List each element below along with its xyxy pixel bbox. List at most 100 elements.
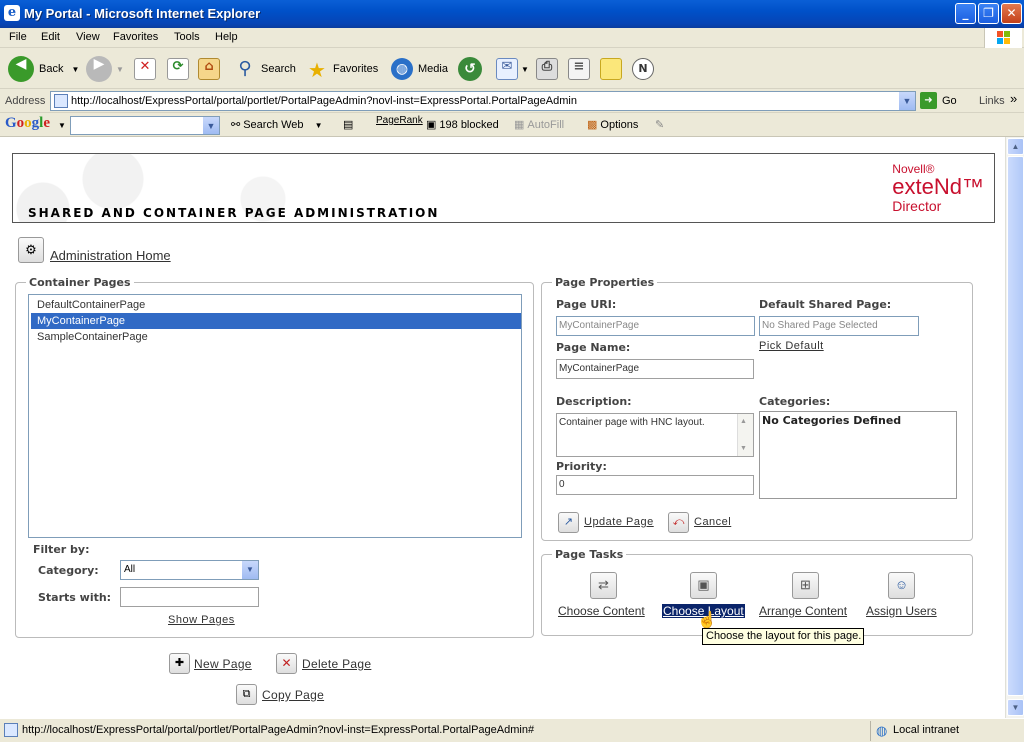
delete-page-link[interactable]: Delete Page — [302, 657, 371, 671]
autofill-button[interactable]: ▦ AutoFill — [514, 118, 564, 131]
pagerank-label[interactable]: PageRank — [376, 115, 423, 126]
scroll-up-icon[interactable]: ▲ — [740, 415, 747, 429]
stop-button[interactable]: ✕ — [134, 55, 156, 83]
forward-button[interactable]: ▶ ▼ — [86, 55, 124, 83]
google-search-input[interactable]: ▼ — [70, 116, 220, 135]
links-more-icon[interactable]: » — [1010, 91, 1017, 106]
maximize-button[interactable]: ❐ — [978, 3, 999, 24]
assign-users-icon[interactable]: ☺ — [888, 572, 915, 599]
media-button[interactable]: ◍ Media — [391, 55, 448, 83]
copy-page-icon[interactable]: ⧉ — [236, 684, 257, 705]
mail-button[interactable]: ✉ ▼ — [496, 55, 529, 83]
google-search-dropdown-icon[interactable]: ▼ — [202, 117, 219, 134]
container-pages-list[interactable]: DefaultContainerPage MyContainerPage Sam… — [28, 294, 522, 538]
cancel-icon[interactable]: ⤺ — [668, 512, 689, 533]
back-button[interactable]: ◀ Back ▼ — [8, 55, 79, 83]
favorites-button[interactable]: ★ Favorites — [306, 55, 378, 83]
arrange-content-icon[interactable]: ⊞ — [792, 572, 819, 599]
options-icon: ▩ — [587, 119, 598, 131]
messenger-button[interactable]: N — [632, 55, 654, 83]
choose-layout-tooltip: Choose the layout for this page. — [702, 628, 864, 645]
copy-page-link[interactable]: Copy Page — [262, 688, 324, 702]
categories-list[interactable]: No Categories Defined — [759, 411, 957, 499]
news-icon[interactable]: ▤ — [343, 118, 353, 131]
menu-tools[interactable]: Tools — [174, 31, 200, 43]
highlight-icon[interactable]: ✎ — [655, 118, 664, 131]
pick-default-link[interactable]: Pick Default — [759, 340, 824, 352]
new-page-icon[interactable]: ✚ — [169, 653, 190, 674]
list-item[interactable]: SampleContainerPage — [31, 329, 521, 345]
print-button[interactable]: ⎙ — [536, 55, 558, 83]
back-dropdown-icon[interactable]: ▼ — [71, 65, 79, 74]
update-page-link[interactable]: Update Page — [584, 516, 654, 528]
header-banner: SHARED AND CONTAINER PAGE ADMINISTRATION… — [12, 153, 995, 223]
scroll-up-icon[interactable]: ▲ — [1007, 138, 1024, 155]
menu-bar: File Edit View Favorites Tools Help — [0, 28, 1024, 48]
default-shared-page-field: No Shared Page Selected — [759, 316, 919, 336]
assign-users-link[interactable]: Assign Users — [866, 604, 937, 618]
starts-with-input[interactable] — [120, 587, 259, 607]
new-page-link[interactable]: New Page — [194, 657, 252, 671]
starts-with-label: Starts with: — [38, 591, 112, 604]
address-dropdown-icon[interactable]: ▼ — [898, 92, 915, 110]
cancel-link[interactable]: Cancel — [694, 516, 731, 528]
menu-favorites[interactable]: Favorites — [113, 31, 158, 43]
discuss-button[interactable] — [600, 55, 622, 83]
go-button[interactable]: ➜ Go — [920, 92, 957, 109]
page-uri-field: MyContainerPage — [556, 316, 755, 336]
page-name-input[interactable]: MyContainerPage — [556, 359, 754, 379]
history-button[interactable]: ↺ — [458, 55, 482, 83]
priority-label: Priority: — [556, 460, 607, 473]
close-button[interactable]: ✕ — [1001, 3, 1022, 24]
links-label[interactable]: Links — [979, 95, 1005, 107]
novell-logo: Novell® exteNd™ Director — [892, 162, 984, 214]
google-toolbar: Google ▼ ▼ ⚯ Search Web ▼ ▤ PageRank ▣ 198… — [0, 113, 1024, 137]
mail-dropdown-icon[interactable]: ▼ — [521, 65, 529, 74]
popup-blocker-button[interactable]: ▣ 198 blocked — [426, 118, 499, 131]
arrange-content-link[interactable]: Arrange Content — [759, 604, 847, 618]
choose-layout-icon[interactable]: ▣ — [690, 572, 717, 599]
administration-home-link[interactable]: Administration Home — [50, 248, 171, 263]
update-page-icon[interactable]: ↗ — [558, 512, 579, 533]
menu-view[interactable]: View — [76, 31, 100, 43]
priority-input[interactable]: 0 — [556, 475, 754, 495]
admin-home-icon[interactable]: ⚙ — [18, 237, 44, 263]
messenger-icon: N — [632, 58, 654, 80]
address-input[interactable]: http://localhost/ExpressPortal/portal/po… — [50, 91, 916, 111]
window-title: My Portal - Microsoft Internet Explorer — [24, 6, 261, 21]
google-menu-dropdown-icon[interactable]: ▼ — [58, 121, 66, 130]
ie-icon[interactable]: e — [4, 5, 20, 21]
scroll-thumb[interactable] — [1007, 156, 1024, 696]
list-item-selected[interactable]: MyContainerPage — [31, 313, 521, 329]
menu-file[interactable]: File — [9, 31, 27, 43]
menu-edit[interactable]: Edit — [41, 31, 60, 43]
scroll-down-icon[interactable]: ▼ — [1007, 699, 1024, 716]
page-name-label: Page Name: — [556, 341, 631, 354]
show-pages-link[interactable]: Show Pages — [168, 614, 235, 626]
search-web-dropdown-icon[interactable]: ▼ — [315, 121, 323, 130]
vertical-scrollbar[interactable]: ▲ ▼ — [1005, 137, 1024, 718]
hand-cursor-icon: ☝ — [697, 612, 717, 629]
refresh-button[interactable]: ⟳ — [167, 55, 189, 83]
description-scrollbar[interactable]: ▲ ▼ — [737, 414, 753, 456]
category-select[interactable]: All ▼ — [120, 560, 259, 580]
page-uri-label: Page URI: — [556, 298, 617, 311]
search-web-button[interactable]: ⚯ Search Web ▼ — [231, 118, 323, 131]
search-button[interactable]: ⚲ Search — [234, 55, 295, 83]
media-globe-icon: ◍ — [391, 58, 413, 80]
forward-dropdown-icon[interactable]: ▼ — [116, 65, 124, 74]
menu-help[interactable]: Help — [215, 31, 238, 43]
delete-page-icon[interactable]: ✕ — [276, 653, 297, 674]
options-button[interactable]: ▩ Options — [587, 118, 638, 131]
edit-button[interactable]: ≡ — [568, 55, 590, 83]
container-pages-legend: Container Pages — [29, 276, 131, 289]
home-icon: ⌂ — [198, 58, 220, 80]
choose-content-icon[interactable]: ⇄ — [590, 572, 617, 599]
choose-content-link[interactable]: Choose Content — [558, 604, 645, 618]
minimize-button[interactable]: _ — [955, 3, 976, 24]
list-item[interactable]: DefaultContainerPage — [31, 297, 521, 313]
scroll-down-icon[interactable]: ▼ — [740, 442, 747, 456]
home-button[interactable]: ⌂ — [198, 55, 220, 83]
description-textarea[interactable]: Container page with HNC layout. ▲ ▼ — [556, 413, 754, 457]
google-logo[interactable]: Google — [5, 115, 50, 132]
